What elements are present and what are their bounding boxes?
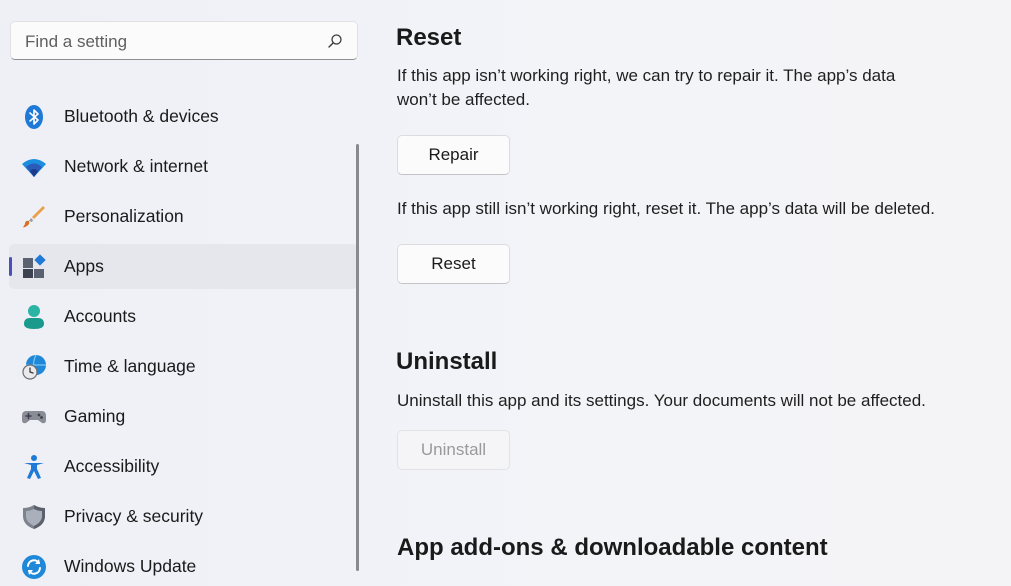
accessibility-icon (24, 455, 44, 479)
uninstall-button: Uninstall (397, 430, 510, 470)
repair-description: If this app isn’t working right, we can … (397, 66, 896, 109)
bluetooth-icon (25, 105, 43, 129)
uninstall-section-title: Uninstall (396, 348, 498, 375)
sidebar-item-time-language[interactable]: Time & language (9, 344, 358, 389)
sidebar: Bluetooth & devices Network & internet P… (0, 0, 368, 586)
person-icon (24, 305, 44, 329)
sidebar-item-accounts[interactable]: Accounts (9, 294, 358, 339)
sidebar-item-label: Personalization (64, 206, 184, 226)
gamepad-icon (22, 411, 46, 424)
active-indicator (9, 257, 12, 276)
reset-button[interactable]: Reset (397, 244, 510, 284)
sidebar-scrollbar[interactable] (356, 144, 359, 571)
sidebar-item-label: Gaming (64, 406, 126, 426)
sidebar-item-label: Accessibility (64, 456, 160, 476)
search-icon[interactable] (327, 33, 343, 49)
sidebar-item-apps[interactable]: Apps (9, 244, 358, 289)
repair-button[interactable]: Repair (397, 135, 510, 175)
uninstall-description: Uninstall this app and its settings. You… (397, 391, 926, 410)
sidebar-item-gaming[interactable]: Gaming (9, 394, 358, 439)
settings-window: Bluetooth & devices Network & internet P… (0, 0, 1011, 586)
apps-icon (23, 254, 46, 278)
sidebar-item-privacy-security[interactable]: Privacy & security (9, 494, 358, 539)
update-icon (22, 555, 46, 579)
sidebar-item-windows-update[interactable]: Windows Update (9, 544, 358, 586)
search-input[interactable] (23, 28, 327, 56)
search-box[interactable] (10, 21, 358, 60)
reset-section-title: Reset (396, 24, 462, 51)
sidebar-item-label: Apps (64, 256, 104, 276)
main-content: Reset If this app isn’t working right, w… (396, 0, 996, 586)
sidebar-item-label: Accounts (64, 306, 136, 326)
shield-icon (23, 505, 45, 529)
sidebar-item-label: Privacy & security (64, 506, 204, 526)
sidebar-item-label: Bluetooth & devices (64, 106, 219, 126)
sidebar-item-network-internet[interactable]: Network & internet (9, 144, 358, 189)
addons-section-title: App add-ons & downloadable content (397, 534, 828, 561)
globe-clock-icon (22, 354, 46, 380)
wifi-icon (22, 159, 46, 177)
sidebar-item-label: Network & internet (64, 156, 208, 176)
sidebar-item-label: Windows Update (64, 556, 197, 576)
reset-description: If this app still isn’t working right, r… (397, 199, 935, 218)
sidebar-item-label: Time & language (64, 356, 196, 376)
sidebar-item-bluetooth-devices[interactable]: Bluetooth & devices (9, 94, 358, 139)
paintbrush-icon (23, 206, 45, 228)
sidebar-item-accessibility[interactable]: Accessibility (9, 444, 358, 489)
sidebar-nav: Bluetooth & devices Network & internet P… (9, 94, 358, 586)
sidebar-item-personalization[interactable]: Personalization (9, 194, 358, 239)
